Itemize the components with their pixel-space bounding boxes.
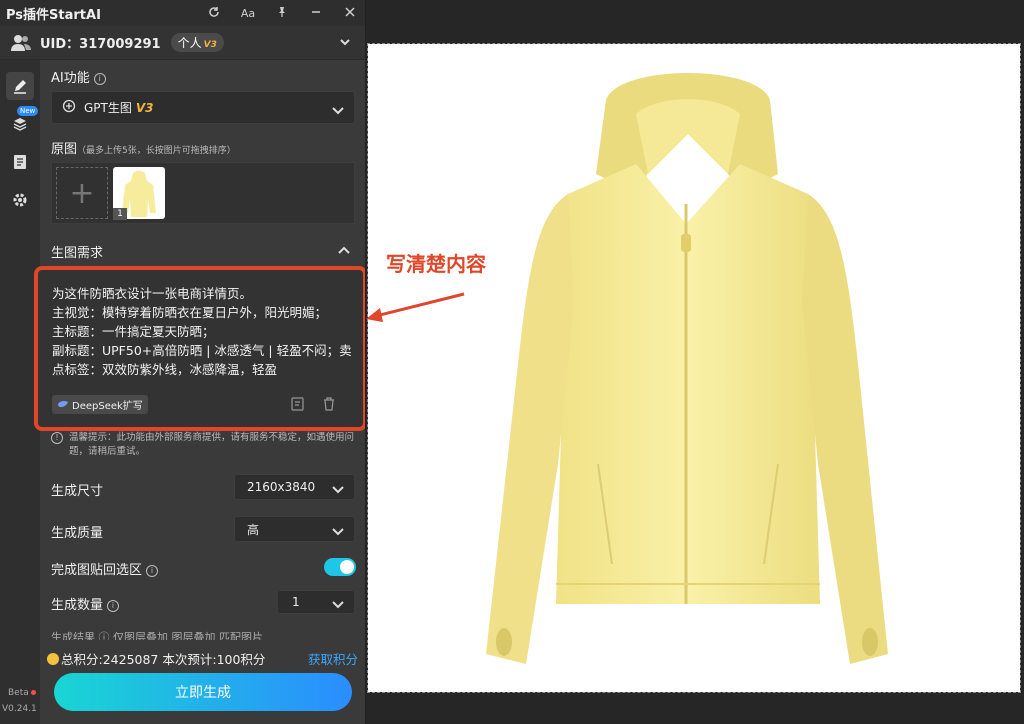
close-icon[interactable] <box>342 6 358 21</box>
ai-function-version: V3 <box>135 100 154 115</box>
count-value: 1 <box>292 595 300 609</box>
chevron-down-icon[interactable] <box>338 34 352 53</box>
users-icon <box>10 34 32 52</box>
quality-label: 生成质量 <box>51 526 104 541</box>
chevron-down-icon <box>332 525 344 539</box>
points-info: 总积分:2425087 本次预计:100积分 <box>47 649 265 668</box>
add-image-button[interactable]: + <box>56 167 108 219</box>
chevron-up-icon[interactable] <box>338 242 350 261</box>
count-label: 生成数量 i <box>51 594 120 613</box>
coin-icon <box>47 652 59 665</box>
requirement-box: 为这件防晒衣设计一张电商详情页。 主视觉：模特穿着防晒衣在夏日户外，阳光明媚； … <box>34 266 365 431</box>
paste-back-toggle[interactable] <box>324 558 356 576</box>
plugin-panel: Ps插件StartAI Aa UID：317009291 个人 V3 New B… <box>0 0 366 724</box>
version-label: V0.24.1 <box>2 704 37 714</box>
thumbnail-index: 1 <box>113 208 127 220</box>
deepseek-expand-button[interactable]: DeepSeek扩写 <box>52 395 148 414</box>
generate-button[interactable]: 立即生成 <box>54 673 352 711</box>
original-image-label: 原图（最多上传5张，长按图片可拖拽排序） <box>51 142 236 157</box>
size-select[interactable]: 2160x3840 <box>234 474 355 500</box>
app-title: Ps插件StartAI <box>6 7 101 23</box>
ai-model-icon <box>62 99 76 116</box>
paste-back-label: 完成图贴回选区 i <box>51 559 159 578</box>
ai-function-value: GPT生图 <box>84 101 132 115</box>
account-row[interactable]: UID：317009291 个人 V3 <box>0 26 365 60</box>
tier-badge: 个人 V3 <box>170 33 224 52</box>
chevron-down-icon <box>332 598 344 612</box>
refresh-icon[interactable] <box>206 6 222 21</box>
uid-text: UID：317009291 <box>40 37 161 52</box>
requirement-label: 生图需求 <box>51 246 104 261</box>
count-select[interactable]: 1 <box>277 590 355 614</box>
image-upload-area: + 1 <box>51 162 355 224</box>
beta-dot <box>31 690 36 695</box>
size-label: 生成尺寸 <box>51 484 104 499</box>
info-icon[interactable]: i <box>146 564 159 577</box>
document-canvas <box>367 43 1021 693</box>
trash-icon[interactable] <box>322 396 336 416</box>
size-value: 2160x3840 <box>247 480 316 494</box>
canvas-area <box>366 0 1024 724</box>
ai-function-select[interactable]: GPT生图 V3 <box>51 91 355 124</box>
document-icon[interactable] <box>6 148 34 176</box>
info-icon[interactable]: i <box>93 72 106 85</box>
beta-label: Beta <box>8 688 29 698</box>
info-icon: ! <box>51 432 63 444</box>
history-icon[interactable] <box>290 396 306 416</box>
chevron-down-icon <box>332 483 344 497</box>
quality-select[interactable]: 高 <box>234 516 355 542</box>
notice-text: ! 温馨提示：此功能由外部服务商提供，请有服务不稳定，如遇使用问题，请稍后重试。 <box>51 431 355 465</box>
font-size-icon[interactable]: Aa <box>240 7 256 20</box>
pin-icon[interactable] <box>274 6 290 21</box>
get-points-link[interactable]: 获取积分 <box>308 649 358 668</box>
gear-icon[interactable] <box>6 186 34 214</box>
chevron-down-icon <box>332 104 344 118</box>
pen-icon[interactable] <box>6 72 34 100</box>
info-icon[interactable]: i <box>107 599 120 612</box>
requirement-textarea[interactable]: 为这件防晒衣设计一张电商详情页。 主视觉：模特穿着防晒衣在夏日户外，阳光明媚； … <box>52 284 357 392</box>
annotation-label: 写清楚内容 <box>386 252 486 276</box>
footer: 总积分:2425087 本次预计:100积分 获取积分 立即生成 <box>40 640 365 724</box>
quality-value: 高 <box>247 522 260 537</box>
minimize-icon[interactable] <box>308 6 324 21</box>
new-badge: New <box>17 106 39 116</box>
jacket-image <box>486 73 888 664</box>
ai-function-label: AI功能 i <box>51 67 106 86</box>
title-bar: Ps插件StartAI Aa <box>0 0 365 26</box>
main-content: AI功能 i GPT生图 V3 原图（最多上传5张，长按图片可拖拽排序） + 1 … <box>34 60 365 724</box>
deepseek-icon <box>57 399 69 411</box>
annotation-arrow-icon <box>366 292 465 322</box>
